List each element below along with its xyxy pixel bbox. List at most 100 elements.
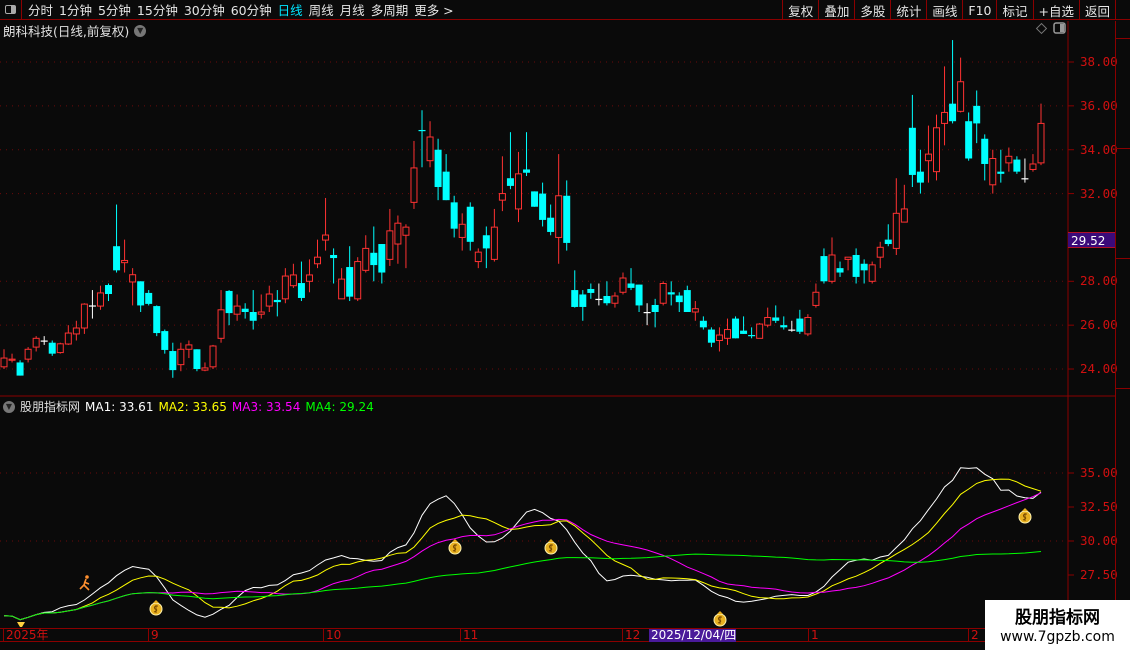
side-panel-strip[interactable] [1115,21,1130,628]
candle-body [892,212,900,249]
candle-body [804,316,812,335]
candle [506,132,514,190]
candle [555,154,563,264]
candle [587,283,595,299]
candle-body [80,303,88,329]
candle-body [916,171,924,183]
candle [466,202,474,251]
candle-body [924,153,932,162]
candle [973,90,981,144]
candle-body [289,274,297,287]
candle-body [273,299,281,303]
indicator-tick-label: 30.00 [1080,533,1118,548]
date-axis: 2025年 9 10 11 12 2025/12/04/四 1 2 [0,628,1068,642]
candle-body [844,256,852,260]
candle-body [64,332,72,345]
candle-body [884,239,892,245]
candle-body [997,171,1005,174]
candle [265,285,273,313]
candle-body [965,121,973,159]
candle-body [24,348,32,360]
candle [627,268,635,291]
date-label-2025: 2025年 [3,629,49,642]
ma1-label: MA1: [85,399,116,414]
candle [981,134,989,181]
candle [402,224,410,269]
candle [257,294,265,319]
candle [997,149,1005,183]
ma1-value: 33.61 [119,399,154,414]
ma3-label: MA3: [231,399,263,414]
candle-body [48,342,56,354]
candle [346,246,354,302]
candle-body [225,290,233,314]
candle [450,195,458,238]
runner-icon [79,575,90,591]
candle [201,362,209,372]
candle-body [611,295,619,304]
candle [338,268,346,300]
money-bag-tie [1022,508,1028,511]
candle [900,184,908,223]
candle-body [756,323,764,339]
candle-body [796,318,804,332]
candle-body [603,295,611,304]
candle [820,248,828,284]
candle [418,110,426,168]
candle-body [362,247,370,271]
candle-body [338,278,346,300]
candle [531,191,539,207]
candle [16,360,24,376]
candle [651,298,659,328]
candle [619,272,627,295]
candle-body [490,226,498,260]
candle [225,290,233,326]
ma4-value: 29.24 [339,399,374,414]
candle-body [571,290,579,307]
candle-body [16,362,24,376]
candle [217,290,225,343]
watermark-url: www.7gpzb.com [1000,629,1115,645]
candle-body [1005,155,1013,164]
candle-body [860,263,868,271]
candle-body [314,256,322,265]
candle [764,307,772,328]
candle [892,178,900,255]
chevron-down-icon[interactable]: ▼ [3,400,15,413]
chevron-down-icon[interactable]: ▼ [134,24,147,37]
ma4-label: MA4: [305,399,336,414]
candle [691,301,699,321]
layout-icon[interactable] [1053,22,1066,34]
money-bag-tie [153,600,159,603]
candle [105,283,113,302]
kline-chart[interactable] [0,0,1130,650]
candle [273,290,281,317]
candle [1013,156,1021,174]
candle-body [8,358,16,361]
candle-body [723,329,731,339]
candle [249,290,257,330]
candle-body [402,226,410,236]
candle-body [748,335,756,337]
candle [386,208,394,266]
money-bag-icon [1018,508,1032,524]
candle-body [820,256,828,282]
candle-body [523,169,531,173]
candle [193,349,201,372]
candle [860,259,868,284]
candle [394,215,402,264]
candle-body [1021,178,1029,180]
candle [64,325,72,345]
candle [121,239,129,273]
candle-body [691,308,699,313]
candle [788,320,796,332]
diamond-icon[interactable] [1035,22,1048,35]
ma-lines [3,467,1042,621]
candle-body [121,259,129,264]
candle-body [1029,163,1037,170]
candle-body [297,283,305,298]
candle-body [129,274,137,283]
candle [113,204,121,273]
candle-body [217,309,225,339]
candle [88,290,96,319]
